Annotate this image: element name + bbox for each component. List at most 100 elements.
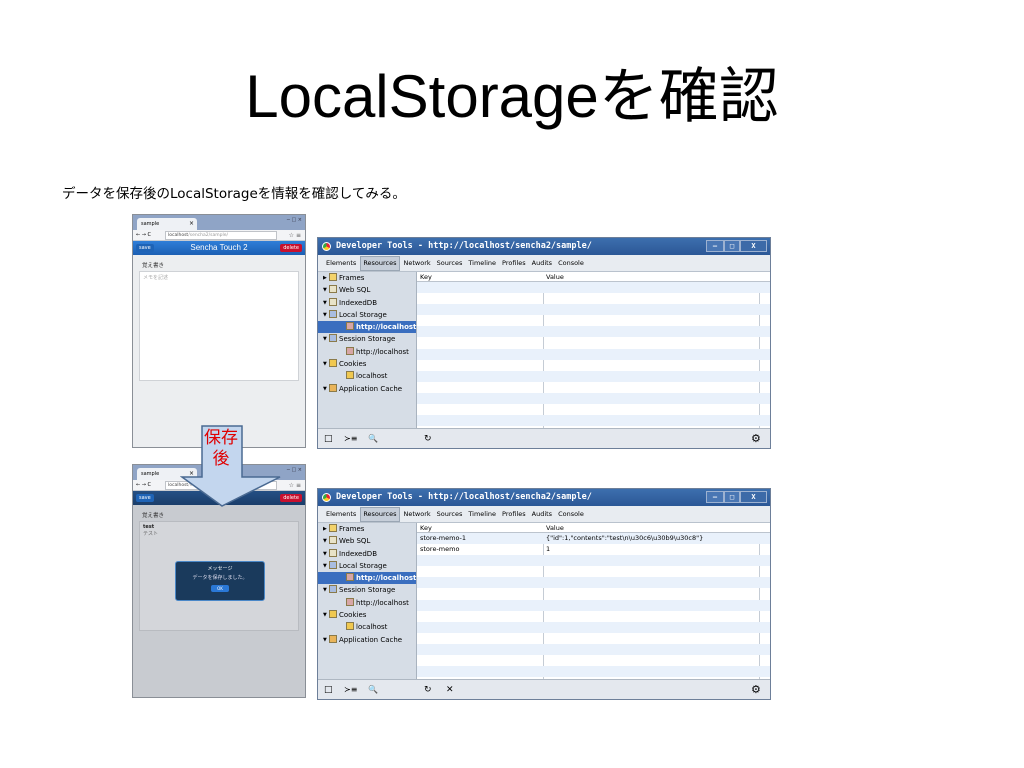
- tree-item[interactable]: http://localhost: [318, 572, 416, 585]
- tree-item[interactable]: ▼ IndexedDB: [318, 297, 416, 309]
- tab-resources[interactable]: Resources: [360, 507, 400, 522]
- table-row[interactable]: store-memo-1 {"id":1,"contents":"test\n\u…: [417, 533, 770, 545]
- table-row[interactable]: [417, 666, 770, 678]
- tree-item[interactable]: http://localhost: [318, 597, 416, 609]
- minimize-button[interactable]: –: [706, 240, 724, 252]
- window-controls[interactable]: ─ □ ×: [287, 217, 302, 223]
- ok-button[interactable]: OK: [211, 585, 229, 592]
- table-row[interactable]: [417, 566, 770, 577]
- table-row[interactable]: [417, 655, 770, 666]
- table-row[interactable]: [417, 326, 770, 338]
- tree-item[interactable]: ▼ Session Storage: [318, 333, 416, 345]
- tree-item[interactable]: localhost: [318, 370, 416, 382]
- table-row[interactable]: [417, 577, 770, 589]
- tab-sources[interactable]: Sources: [435, 255, 465, 272]
- star-icon[interactable]: ☆ ≡: [289, 230, 301, 241]
- table-row[interactable]: [417, 304, 770, 316]
- tree-item[interactable]: ▶ Frames: [318, 272, 416, 284]
- tab-audits[interactable]: Audits: [530, 255, 554, 272]
- table-row[interactable]: [417, 415, 770, 427]
- delete-button[interactable]: delete: [280, 244, 302, 252]
- nav-buttons-icon[interactable]: ← → C: [136, 482, 151, 488]
- tree-item[interactable]: ▼ Session Storage: [318, 584, 416, 596]
- tree-item[interactable]: ▼ Cookies: [318, 609, 416, 621]
- tree-item[interactable]: ▼ Application Cache: [318, 383, 416, 395]
- table-row[interactable]: [417, 555, 770, 567]
- table-row[interactable]: [417, 370, 770, 382]
- gear-icon[interactable]: ⚙: [751, 429, 761, 448]
- tree-item[interactable]: ▼ Web SQL: [318, 284, 416, 296]
- search-icon[interactable]: 🔍: [368, 680, 378, 699]
- tab-network[interactable]: Network: [402, 506, 433, 523]
- tab-profiles[interactable]: Profiles: [500, 506, 528, 523]
- table-row[interactable]: [417, 293, 770, 304]
- tree-item[interactable]: localhost: [318, 621, 416, 633]
- tab-elements[interactable]: Elements: [324, 255, 358, 272]
- tree-item[interactable]: ▼ Local Storage: [318, 560, 416, 572]
- gear-icon[interactable]: ⚙: [751, 680, 761, 699]
- app-title: Sencha Touch 2: [190, 243, 248, 252]
- tree-item[interactable]: ▼ Local Storage: [318, 309, 416, 321]
- clear-icon[interactable]: ✕: [446, 680, 454, 699]
- column-value[interactable]: Value: [546, 523, 564, 533]
- star-icon[interactable]: ☆ ≡: [289, 480, 301, 491]
- console-icon[interactable]: ≻≡: [344, 680, 357, 699]
- close-button[interactable]: X: [740, 491, 767, 503]
- address-bar[interactable]: localhost/sencha2/sample/: [165, 231, 277, 240]
- table-row[interactable]: [417, 599, 770, 611]
- tab-timeline[interactable]: Timeline: [466, 506, 498, 523]
- close-button[interactable]: X: [740, 240, 767, 252]
- tab-timeline[interactable]: Timeline: [466, 255, 498, 272]
- tab-console[interactable]: Console: [556, 255, 586, 272]
- tree-item[interactable]: ▼ Cookies: [318, 358, 416, 370]
- tab-elements[interactable]: Elements: [324, 506, 358, 523]
- tab-profiles[interactable]: Profiles: [500, 255, 528, 272]
- tree-item[interactable]: ▼ IndexedDB: [318, 548, 416, 560]
- dock-icon[interactable]: □: [324, 429, 333, 448]
- table-row[interactable]: [417, 315, 770, 326]
- table-row[interactable]: [417, 282, 770, 294]
- table-row[interactable]: [417, 348, 770, 360]
- table-row[interactable]: [417, 337, 770, 348]
- tab-audits[interactable]: Audits: [530, 506, 554, 523]
- maximize-button[interactable]: □: [724, 491, 740, 503]
- column-value[interactable]: Value: [546, 272, 564, 282]
- minimize-button[interactable]: –: [706, 491, 724, 503]
- tab-network[interactable]: Network: [402, 255, 433, 272]
- memo-textarea[interactable]: メモを記述: [139, 271, 299, 381]
- tab-title: sample: [141, 221, 160, 227]
- table-row[interactable]: [417, 633, 770, 644]
- table-row[interactable]: [417, 621, 770, 633]
- column-key[interactable]: Key: [420, 272, 432, 282]
- search-icon[interactable]: 🔍: [368, 429, 378, 448]
- tree-item[interactable]: ▼ Web SQL: [318, 535, 416, 547]
- table-row[interactable]: [417, 360, 770, 371]
- refresh-icon[interactable]: ↻: [424, 429, 432, 448]
- tab-resources[interactable]: Resources: [360, 256, 400, 271]
- table-row[interactable]: [417, 382, 770, 393]
- window-controls[interactable]: ─ □ ×: [287, 467, 302, 473]
- tree-item[interactable]: http://localhost: [318, 321, 416, 334]
- close-icon[interactable]: ×: [189, 218, 194, 230]
- dock-icon[interactable]: □: [324, 680, 333, 699]
- tab-sources[interactable]: Sources: [435, 506, 465, 523]
- browser-tab[interactable]: sample ×: [137, 218, 197, 230]
- table-row[interactable]: [417, 611, 770, 622]
- nav-buttons-icon[interactable]: ← → C: [136, 232, 151, 238]
- table-row[interactable]: [417, 404, 770, 415]
- tree-item[interactable]: ▼ Application Cache: [318, 634, 416, 646]
- table-row[interactable]: [417, 392, 770, 405]
- maximize-button[interactable]: □: [724, 240, 740, 252]
- tree-item[interactable]: ▶ Frames: [318, 523, 416, 535]
- tab-console[interactable]: Console: [556, 506, 586, 523]
- table-row[interactable]: store-memo 1: [417, 544, 770, 555]
- tree-item-label: http://localhost: [356, 347, 409, 356]
- save-button[interactable]: save: [136, 494, 154, 502]
- tree-item-label: Cookies: [339, 360, 367, 369]
- table-row[interactable]: [417, 643, 770, 656]
- refresh-icon[interactable]: ↻: [424, 680, 432, 699]
- tree-item[interactable]: http://localhost: [318, 346, 416, 358]
- table-row[interactable]: [417, 588, 770, 599]
- console-icon[interactable]: ≻≡: [344, 429, 357, 448]
- column-key[interactable]: Key: [420, 523, 432, 533]
